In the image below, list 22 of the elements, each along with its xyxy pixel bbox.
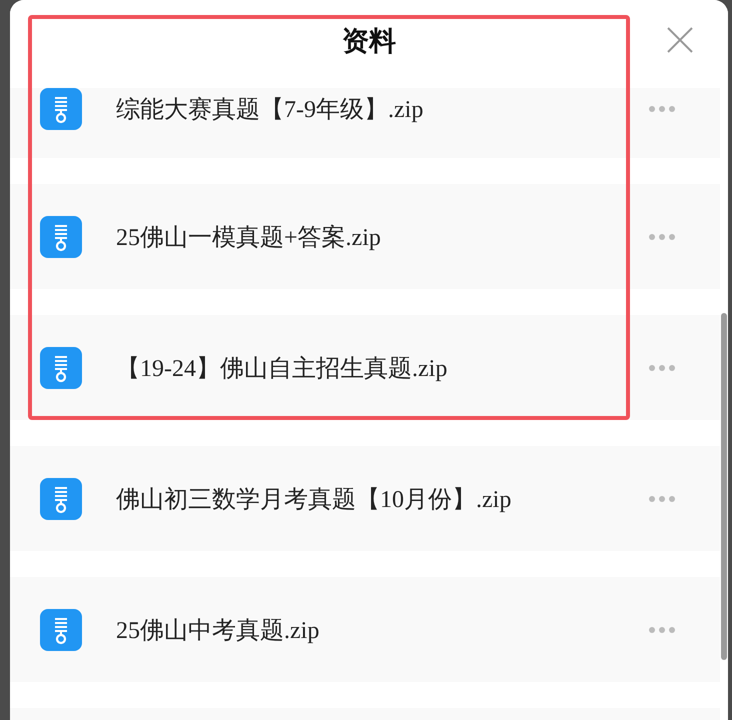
file-name: 25佛山中考真题.zip	[116, 616, 320, 646]
file-row[interactable]: 25佛山一模真题+答案.zip	[10, 184, 720, 289]
more-options-icon[interactable]	[648, 232, 676, 240]
file-row[interactable]: 综能大赛真题【7-9年级】.zip	[10, 88, 720, 158]
file-row[interactable]: 【19-24】佛山自主招生真题.zip	[10, 315, 720, 420]
close-icon[interactable]	[666, 26, 694, 54]
zip-file-icon	[40, 346, 82, 388]
file-name: 综能大赛真题【7-9年级】.zip	[116, 96, 424, 125]
file-row[interactable]: 佛山初三数学月考真题【10月份】.zip	[10, 446, 720, 551]
more-options-icon[interactable]	[648, 364, 676, 372]
file-name: 【19-24】佛山自主招生真题.zip	[116, 354, 448, 384]
zip-file-icon	[40, 478, 82, 520]
file-row[interactable]: 25佛山中考真题.zip	[10, 577, 720, 682]
more-options-icon[interactable]	[648, 105, 676, 113]
dialog-title: 资料	[342, 25, 396, 59]
more-options-icon[interactable]	[648, 626, 676, 634]
file-name: 佛山初三数学月考真题【10月份】.zip	[116, 486, 512, 514]
file-name: 25佛山一模真题+答案.zip	[116, 224, 382, 252]
zip-file-icon	[40, 216, 82, 258]
zip-file-icon	[40, 608, 82, 650]
more-options-icon[interactable]	[648, 494, 676, 502]
scrollbar-thumb[interactable]	[721, 313, 727, 660]
